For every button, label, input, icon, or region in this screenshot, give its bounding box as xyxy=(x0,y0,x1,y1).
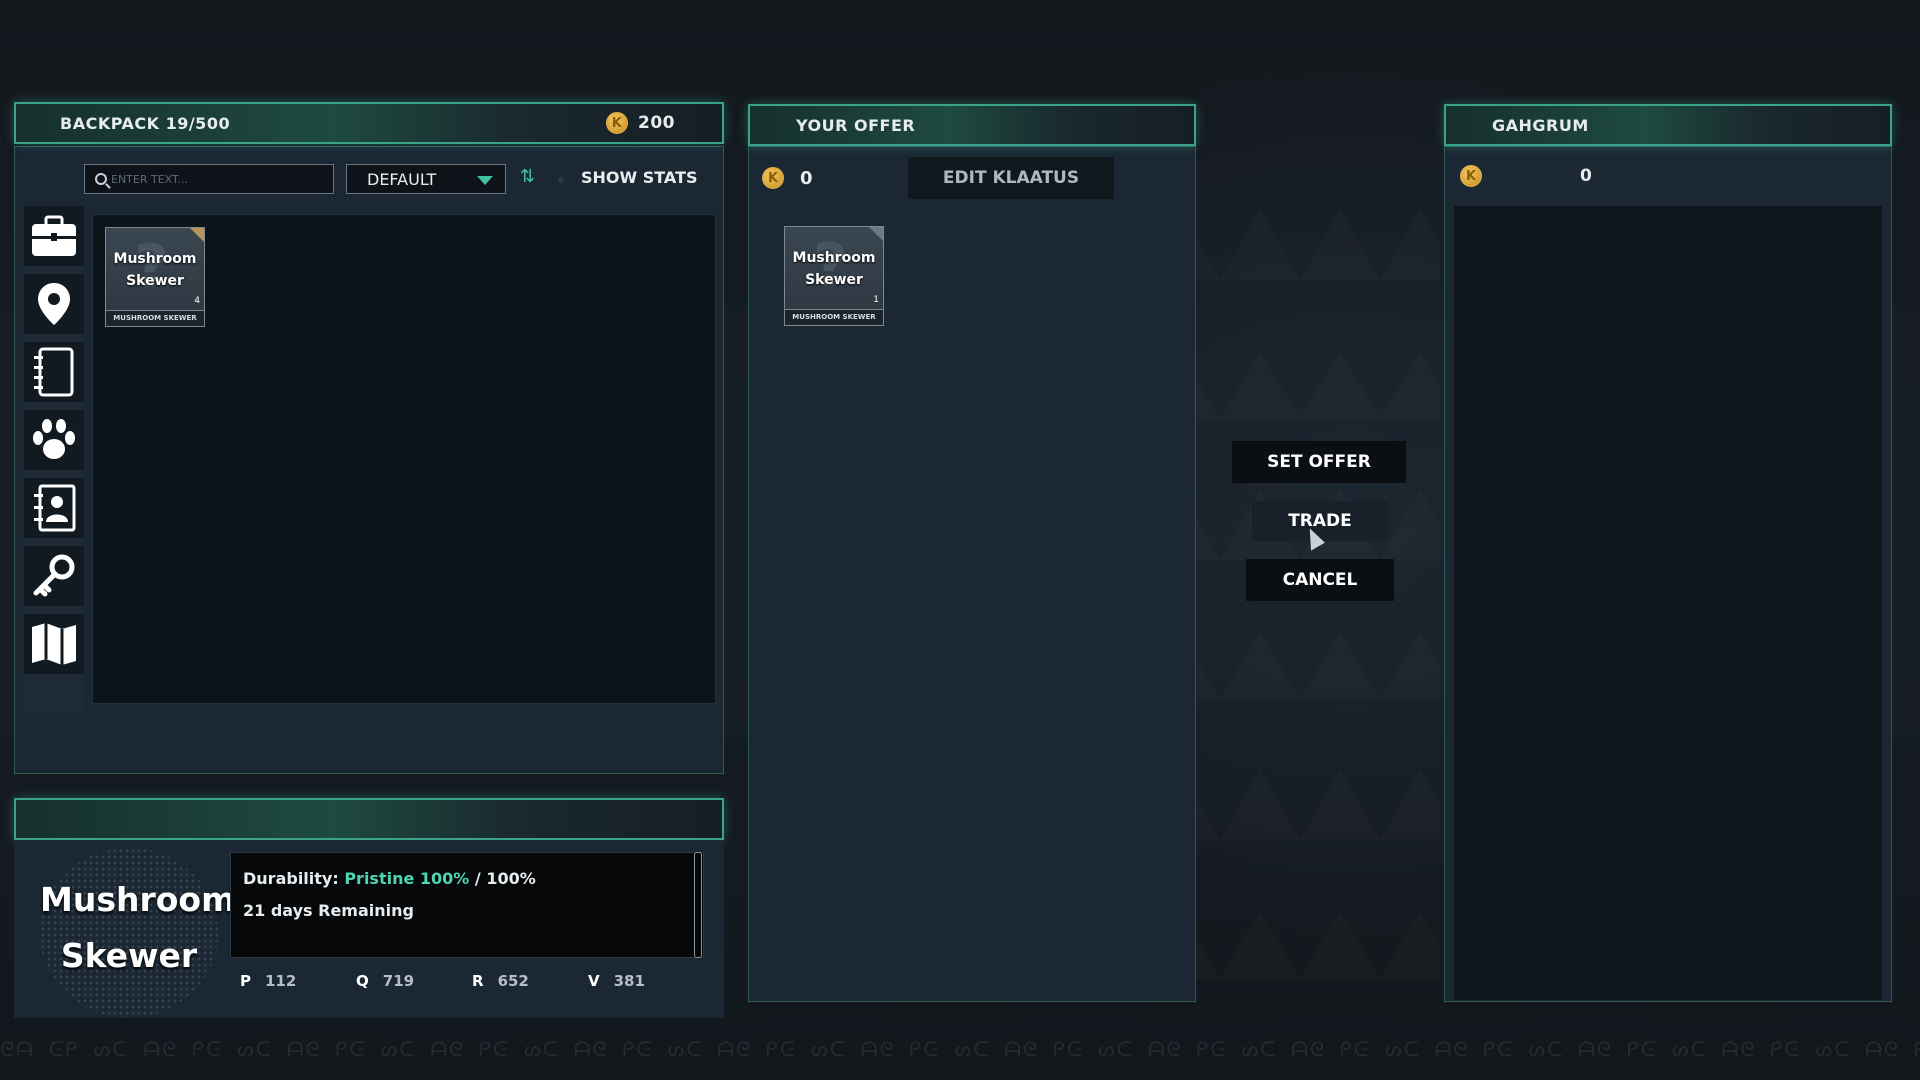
item-footer-label: MUSHROOM SKEWER xyxy=(106,310,204,326)
sort-dropdown-value: DEFAULT xyxy=(367,169,437,189)
remaining-time: 21 days Remaining xyxy=(243,901,414,920)
sidebar-item-pets[interactable] xyxy=(24,410,84,470)
cancel-button[interactable]: CANCEL xyxy=(1246,559,1394,601)
stat-q: Q 719 xyxy=(356,972,414,990)
paw-icon xyxy=(33,419,75,459)
chevron-down-icon xyxy=(477,176,493,185)
merchant-header: GAHGRUM xyxy=(1444,104,1892,146)
stat-value: 652 xyxy=(497,972,529,990)
stat-label: Q xyxy=(356,972,369,990)
item-quantity: 4 xyxy=(194,296,200,306)
stat-value: 719 xyxy=(382,972,415,990)
stat-v: V 381 xyxy=(588,972,645,990)
coin-icon: K xyxy=(1460,165,1482,187)
offer-item[interactable]: ? Mushroom Skewer 1 MUSHROOM SKEWER xyxy=(784,226,884,326)
sidebar-item-contacts[interactable] xyxy=(24,478,84,538)
merchant-item-grid xyxy=(1454,206,1882,1000)
show-stats-toggle[interactable]: SHOW STATS xyxy=(581,168,698,187)
search-icon xyxy=(95,173,107,185)
durability-max: / 100% xyxy=(474,869,536,888)
item-name: Mushroom Skewer xyxy=(113,251,197,289)
sidebar-item-bag[interactable] xyxy=(24,206,84,266)
offer-title: YOUR OFFER xyxy=(796,115,916,135)
sort-dropdown[interactable]: DEFAULT xyxy=(346,164,506,194)
item-description: Durability: Pristine 100% / 100% 21 days… xyxy=(230,852,704,958)
set-offer-button[interactable]: SET OFFER xyxy=(1232,441,1406,483)
backpack-coin-count: 200 xyxy=(638,113,675,133)
stat-p: P 112 xyxy=(240,972,296,990)
offer-header: YOUR OFFER xyxy=(748,104,1196,146)
backpack-item-grid: ? Mushroom Skewer 4 MUSHROOM SKEWER xyxy=(92,214,716,704)
offer-coin-count: 0 xyxy=(800,168,813,189)
search-input[interactable]: ENTER TEXT... xyxy=(84,164,334,194)
briefcase-icon xyxy=(32,215,76,256)
durability-line: Durability: Pristine 100% / 100% xyxy=(243,863,691,895)
stat-label: P xyxy=(240,972,251,990)
sort-order-icon[interactable]: ⇅ xyxy=(520,166,535,187)
decorative-glyph-strip: ᘓᗩ ᕮᑭ ᔕᑕ ᗩᘓ ᑭᕮ ᔕᑕ ᗩᘓ ᑭᕮ ᔕᑕ ᗩᘓ ᑭᕮ ᔕᑕ ᗩᘓ ᑭ… xyxy=(0,1037,1920,1061)
durability-label: Durability: xyxy=(243,869,339,888)
item-quantity: 1 xyxy=(873,295,879,305)
stat-label: V xyxy=(588,972,600,990)
item-footer-label: MUSHROOM SKEWER xyxy=(785,309,883,325)
sidebar-item-journal[interactable] xyxy=(24,342,84,402)
detail-item-name: Mushroom Skewer xyxy=(40,880,236,975)
sidebar-item-location[interactable] xyxy=(24,274,84,334)
sidebar-item-maps[interactable] xyxy=(24,614,84,674)
stat-r: R 652 xyxy=(472,972,529,990)
edit-klaatus-button[interactable]: EDIT KLAATUS xyxy=(908,157,1114,199)
backpack-header: BACKPACK 19/500 K 200 xyxy=(14,102,724,144)
search-placeholder: ENTER TEXT... xyxy=(111,172,188,186)
description-scrollbar[interactable] xyxy=(694,852,702,958)
stat-label: R xyxy=(472,972,484,990)
details-header xyxy=(14,798,724,840)
item-name: Mushroom Skewer xyxy=(792,250,876,288)
backpack-title: BACKPACK 19/500 xyxy=(60,113,231,133)
rarity-corner xyxy=(869,227,883,241)
show-stats-checkbox[interactable] xyxy=(558,177,564,183)
map-pin-icon xyxy=(38,283,70,325)
sidebar-item-keys[interactable] xyxy=(24,546,84,606)
merchant-coin-count: 0 xyxy=(1580,166,1592,186)
durability-value: Pristine 100% xyxy=(344,869,470,888)
coin-icon: K xyxy=(762,167,784,189)
inventory-sidebar xyxy=(24,206,84,711)
notebook-icon xyxy=(34,347,74,397)
merchant-title: GAHGRUM xyxy=(1492,115,1589,135)
coin-icon: K xyxy=(606,112,628,134)
key-icon xyxy=(33,554,75,597)
inventory-item[interactable]: ? Mushroom Skewer 4 MUSHROOM SKEWER xyxy=(105,227,205,327)
stat-value: 381 xyxy=(613,972,645,990)
rarity-corner xyxy=(190,228,204,242)
map-icon xyxy=(32,623,76,665)
contacts-icon xyxy=(34,484,76,532)
stat-value: 112 xyxy=(265,972,297,990)
